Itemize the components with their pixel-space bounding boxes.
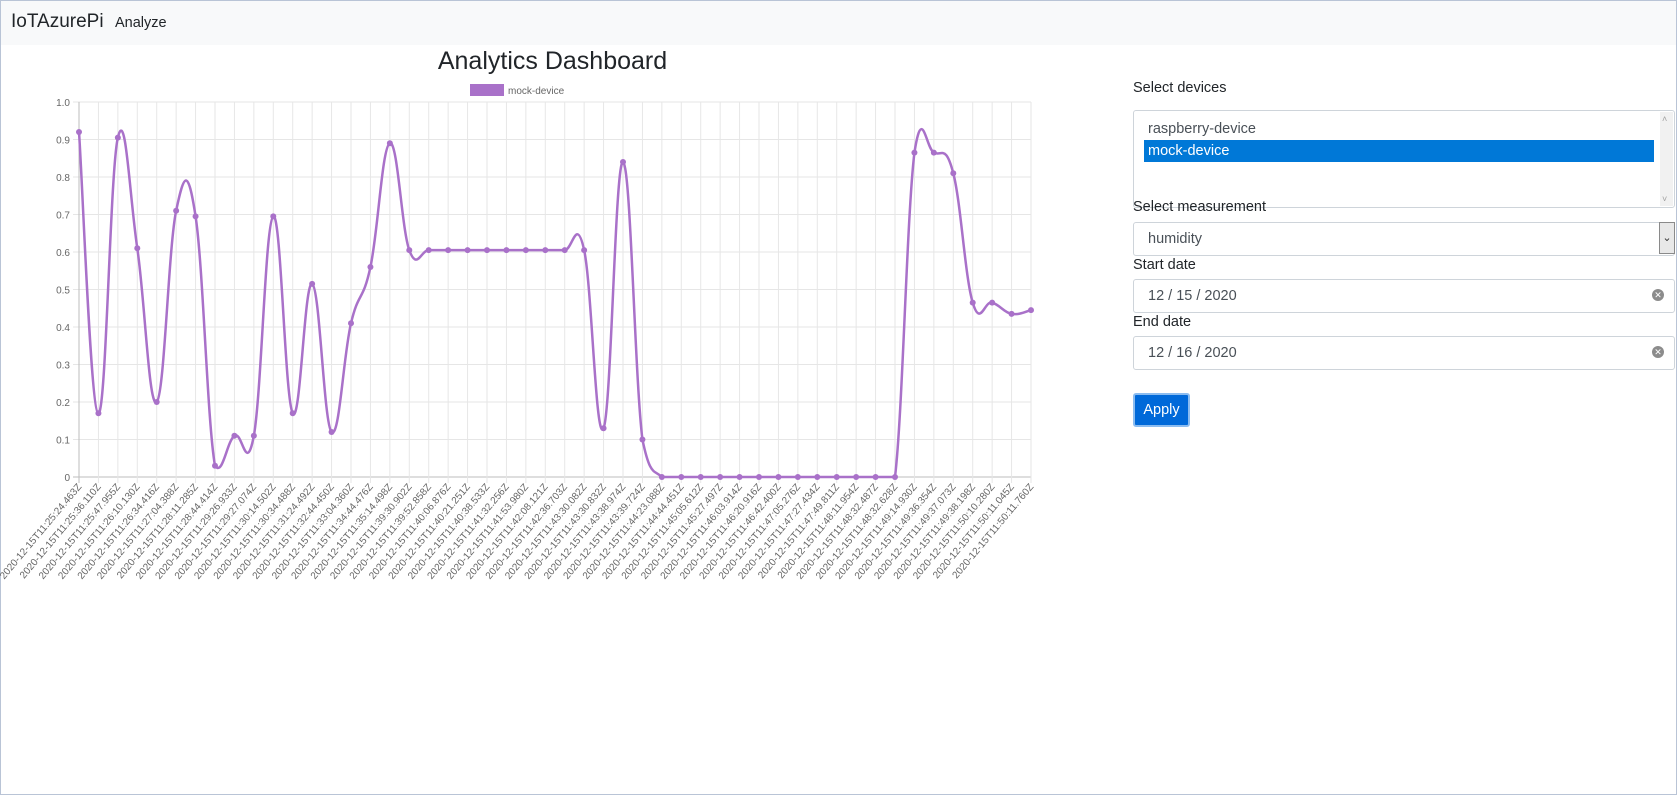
data-point [328,429,335,435]
devices-label: Select devices [1133,80,1227,96]
data-point [173,207,180,214]
measurement-value: humidity [1148,231,1202,247]
y-tick-label: 0.7 [56,211,70,222]
device-multiselect[interactable]: raspberry-device mock-device ˄ ˅ [1133,110,1675,208]
scroll-down-icon[interactable]: ˅ [1662,194,1667,204]
data-point [561,247,568,254]
data-point [581,247,588,254]
data-point [658,474,665,480]
data-point [386,140,393,147]
navbar: IoTAzurePi Analyze [1,1,1676,45]
navbar-brand[interactable]: IoTAzurePi [11,11,104,33]
data-point [833,474,840,480]
data-point [542,247,549,254]
data-point [522,247,529,254]
data-point [969,299,976,306]
data-point [1028,307,1034,314]
y-tick-label: 0.8 [56,173,70,184]
page-title: Analytics Dashboard [437,47,668,75]
data-point [212,462,218,469]
data-point [153,399,160,405]
legend-swatch [470,84,504,96]
data-point [95,410,102,417]
data-point [911,149,918,156]
data-point [192,213,199,220]
data-point [756,474,762,480]
data-point [736,474,743,480]
end-date-value: 12 / 16 / 2020 [1148,345,1237,361]
data-point [600,425,607,432]
data-point [989,299,996,306]
data-point [794,474,801,480]
measurement-select[interactable]: humidity ⌄ [1133,222,1675,256]
device-option-mock[interactable]: mock-device [1144,140,1654,162]
data-point [853,474,860,480]
data-point [484,247,490,254]
data-point [872,474,879,480]
apply-button[interactable]: Apply [1133,393,1190,427]
data-point [367,264,374,270]
data-point [425,247,432,254]
line-chart: 1.00.90.80.70.60.50.40.30.20.102020-12-1… [0,84,1036,582]
data-point [270,213,277,220]
data-point [697,474,704,480]
data-point [464,247,471,254]
scroll-up-icon[interactable]: ˄ [1662,114,1667,124]
data-point [620,159,626,165]
end-date-label: End date [1133,314,1192,330]
data-point [76,129,82,135]
y-tick-label: 0.5 [56,286,70,297]
y-tick-label: 0.9 [56,136,70,147]
device-option-raspberry[interactable]: raspberry-device [1144,118,1654,140]
data-point [231,432,238,439]
end-date-input[interactable]: 12 / 16 / 2020 ✕ [1133,336,1675,370]
data-point [639,436,646,443]
y-tick-label: 1.0 [56,98,70,109]
data-point [950,170,957,177]
chevron-down-icon[interactable]: ⌄ [1659,222,1675,254]
data-point [775,474,782,480]
clear-end-date-icon[interactable]: ✕ [1652,346,1664,358]
data-point [406,247,413,254]
data-point [250,432,257,439]
y-tick-label: 0 [64,473,70,484]
y-tick-label: 0.6 [56,248,70,259]
data-point [930,149,937,156]
start-date-input[interactable]: 12 / 15 / 2020 ✕ [1133,279,1675,313]
y-tick-label: 0.3 [56,361,70,372]
data-point [503,247,510,254]
data-point [289,410,296,417]
series-line-mock-device [77,127,1032,479]
y-tick-label: 0.2 [56,398,70,409]
data-point [309,280,316,287]
data-point [1008,310,1015,317]
data-point [348,320,354,327]
nav-link-analyze[interactable]: Analyze [115,15,167,31]
clear-start-date-icon[interactable]: ✕ [1652,289,1664,301]
data-point [445,247,452,254]
data-point [134,245,141,252]
data-point [717,474,724,480]
y-tick-label: 0.4 [56,323,70,334]
y-tick-label: 0.1 [56,436,70,447]
start-date-value: 12 / 15 / 2020 [1148,288,1237,304]
data-point [814,474,821,480]
device-list-scrollbar[interactable]: ˄ ˅ [1660,112,1673,206]
legend-label: mock-device [508,86,565,97]
data-point [678,474,685,480]
start-date-label: Start date [1133,257,1196,273]
data-point [114,134,121,141]
measurement-label: Select measurement [1133,199,1266,215]
data-point [892,474,898,480]
